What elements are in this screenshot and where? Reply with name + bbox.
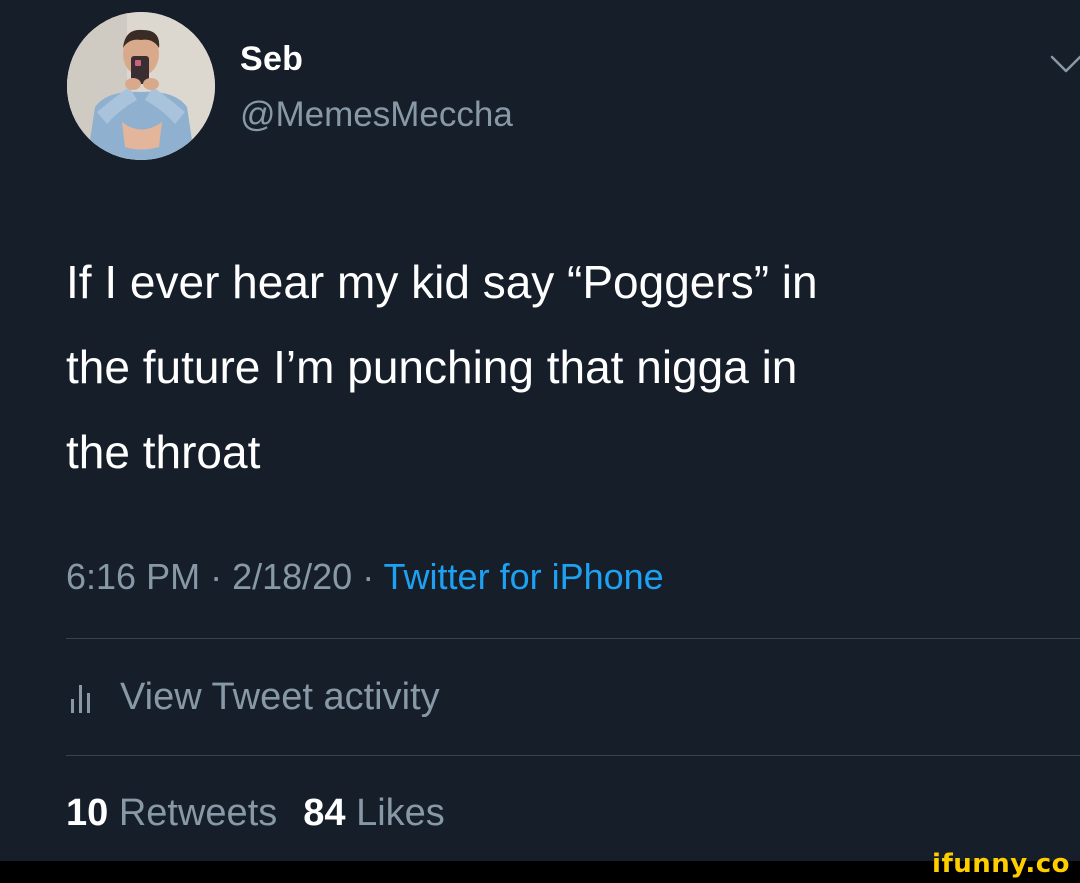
user-avatar[interactable] xyxy=(67,12,215,160)
tweet-source-link[interactable]: Twitter for iPhone xyxy=(384,556,664,597)
likes-stat[interactable]: 84 Likes xyxy=(303,792,445,834)
divider xyxy=(66,638,1080,639)
tweet-menu-button[interactable] xyxy=(1046,48,1080,78)
tweet-time[interactable]: 6:16 PM xyxy=(66,556,200,597)
divider xyxy=(66,755,1080,756)
meta-separator: · xyxy=(200,556,233,597)
avatar-photo-icon xyxy=(67,12,215,160)
retweets-label: Retweets xyxy=(118,792,278,834)
tweet-card: Seb @MemesMeccha If I ever hear my kid s… xyxy=(0,0,1080,861)
view-tweet-activity-label: View Tweet activity xyxy=(120,676,440,718)
tweet-text: If I ever hear my kid say “Poggers” in t… xyxy=(66,256,818,478)
retweets-count: 10 xyxy=(66,792,109,834)
author-display-name[interactable]: Seb xyxy=(240,40,303,79)
author-handle[interactable]: @MemesMeccha xyxy=(240,95,513,135)
bar-chart-icon xyxy=(71,684,90,713)
chevron-down-icon xyxy=(1050,55,1080,73)
tweet-meta: 6:16 PM · 2/18/20 · Twitter for iPhone xyxy=(66,556,664,598)
meta-separator: · xyxy=(352,556,384,597)
retweets-stat[interactable]: 10 Retweets xyxy=(66,792,277,834)
likes-label: Likes xyxy=(356,792,445,834)
ifunny-watermark: ifunny.co xyxy=(932,849,1070,879)
watermark-bar: ifunny.co xyxy=(0,849,1080,883)
view-tweet-activity-button[interactable]: View Tweet activity xyxy=(70,676,440,719)
tweet-stats: 10 Retweets 84 Likes xyxy=(66,792,445,835)
likes-count: 84 xyxy=(303,792,346,834)
tweet-date[interactable]: 2/18/20 xyxy=(232,556,352,597)
